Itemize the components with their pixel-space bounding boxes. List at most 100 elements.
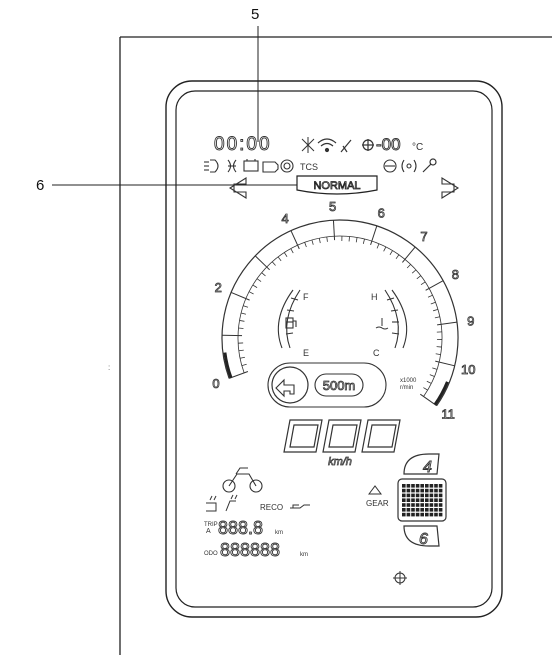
gear-matrix-dot bbox=[438, 484, 443, 488]
gear-matrix-dot bbox=[411, 488, 415, 493]
gear-matrix-dot bbox=[438, 503, 443, 507]
temperature-unit: °C bbox=[412, 142, 423, 153]
gear-matrix-dot bbox=[411, 508, 415, 512]
temperature-display: -00 bbox=[376, 135, 401, 154]
tachometer-minor-tick bbox=[430, 301, 436, 305]
headlight-icon bbox=[204, 159, 219, 173]
gear-matrix-dot bbox=[402, 484, 406, 488]
wrench-icon bbox=[422, 158, 437, 173]
tachometer-minor-tick bbox=[389, 250, 393, 256]
gear-matrix-dot bbox=[402, 508, 406, 512]
gear-matrix-dot bbox=[411, 512, 415, 517]
gear-matrix-dot bbox=[406, 512, 411, 517]
tachometer-minor-tick bbox=[248, 291, 254, 295]
gear-matrix-dot bbox=[429, 508, 434, 512]
heated-grip-icon bbox=[206, 495, 217, 512]
gear-matrix-dot bbox=[420, 484, 424, 488]
tachometer-major-tick bbox=[402, 246, 416, 263]
gear-matrix-dot bbox=[402, 503, 406, 507]
thermometer-icon bbox=[362, 139, 374, 151]
tachometer-minor-tick bbox=[241, 363, 247, 367]
tachometer-label: 4 bbox=[282, 211, 289, 226]
gear-matrix-dot bbox=[420, 498, 424, 502]
gear-down-number: 6 bbox=[419, 531, 428, 548]
gear-matrix-dot bbox=[411, 493, 415, 498]
gear-matrix-dot bbox=[438, 508, 443, 512]
tachometer-minor-tick bbox=[435, 353, 441, 355]
tachometer-minor-tick bbox=[326, 236, 328, 242]
gear-matrix-dot bbox=[411, 503, 415, 507]
temp-cold-label: C bbox=[373, 348, 380, 358]
tachometer-minor-tick bbox=[311, 239, 314, 245]
navigation-display: 500m bbox=[267, 362, 387, 408]
tachometer-minor-tick bbox=[432, 367, 438, 370]
tcs-label: TCS bbox=[300, 162, 318, 172]
gear-matrix-dot bbox=[434, 508, 438, 512]
gear-matrix-dot bbox=[438, 493, 443, 498]
tachometer-minor-tick bbox=[433, 309, 439, 312]
coolant-gauge bbox=[384, 289, 408, 349]
clock-display: 00:00 bbox=[214, 134, 272, 155]
tachometer-minor-tick bbox=[376, 243, 380, 249]
gear-matrix-dot bbox=[415, 512, 420, 517]
gear-matrix-dot bbox=[429, 498, 434, 502]
gear-matrix-dot bbox=[415, 498, 420, 502]
tachometer-minor-tick bbox=[395, 254, 400, 260]
tachometer-major-tick bbox=[425, 280, 444, 291]
tachometer-minor-tick bbox=[241, 312, 247, 315]
tachometer-minor-tick bbox=[406, 264, 411, 269]
odo-label: ODO bbox=[204, 551, 218, 557]
gear-matrix-dot bbox=[425, 488, 429, 493]
motorcycle-icon bbox=[222, 467, 263, 493]
tachometer-label: 2 bbox=[215, 280, 222, 295]
fuel-full-label: F bbox=[303, 292, 309, 302]
gear-matrix-dot bbox=[429, 484, 434, 488]
immobilizer-icon bbox=[383, 159, 397, 173]
speed-digits bbox=[283, 419, 401, 453]
tachometer-minor-tick bbox=[252, 284, 258, 288]
tachometer-label: 9 bbox=[467, 313, 474, 328]
gear-matrix-dot bbox=[415, 503, 420, 507]
gear-matrix-dot bbox=[406, 503, 411, 507]
tachometer-zone-mark bbox=[433, 381, 449, 406]
gear-matrix-dot bbox=[420, 508, 424, 512]
tachometer-label: 6 bbox=[378, 206, 385, 221]
eco-label: RECO bbox=[260, 503, 283, 512]
gear-matrix-dot bbox=[406, 488, 411, 493]
gear-matrix-dot bbox=[415, 488, 420, 493]
tachometer-minor-tick bbox=[318, 238, 321, 244]
gear-matrix-dot bbox=[434, 503, 438, 507]
temp-hot-label: H bbox=[371, 292, 378, 302]
gear-matrix-dot bbox=[411, 484, 415, 488]
callout-6-label: 6 bbox=[36, 177, 45, 194]
right-turn-icon bbox=[441, 177, 460, 199]
tachometer-minor-tick bbox=[355, 237, 358, 243]
odo-value: 888888 bbox=[220, 540, 280, 560]
tachometer-label: 7 bbox=[420, 229, 427, 244]
margin-mark: : bbox=[108, 363, 110, 372]
rpm-unit-line1: x1000 bbox=[400, 378, 417, 384]
gear-matrix-dot bbox=[411, 498, 415, 502]
outer-frame bbox=[119, 36, 552, 655]
gear-dot-matrix bbox=[402, 484, 443, 517]
tachometer-label: 0 bbox=[212, 376, 219, 391]
tachometer-minor-tick bbox=[362, 238, 365, 244]
trip-unit: km bbox=[275, 530, 283, 536]
phone-icon bbox=[340, 139, 352, 153]
ice-warning-icon bbox=[301, 137, 315, 153]
gear-matrix-dot bbox=[415, 508, 420, 512]
navigation-left-arrow-icon bbox=[275, 378, 295, 398]
gear-matrix-dot bbox=[402, 498, 406, 502]
gear-matrix-dot bbox=[402, 512, 406, 517]
gear-matrix-dot bbox=[429, 488, 434, 493]
gear-matrix-dot bbox=[420, 512, 424, 517]
rpm-unit-line2: r/min bbox=[400, 385, 413, 391]
gear-matrix-dot bbox=[425, 493, 429, 498]
gear-indicator: GEAR 4 6 bbox=[366, 453, 447, 548]
tachometer-minor-tick bbox=[304, 242, 307, 248]
gear-matrix-dot bbox=[425, 484, 429, 488]
gear-matrix-dot bbox=[438, 512, 443, 517]
callout-5-label: 5 bbox=[251, 6, 260, 23]
crosshair-icon bbox=[393, 571, 407, 585]
tachometer-minor-tick bbox=[239, 356, 246, 359]
